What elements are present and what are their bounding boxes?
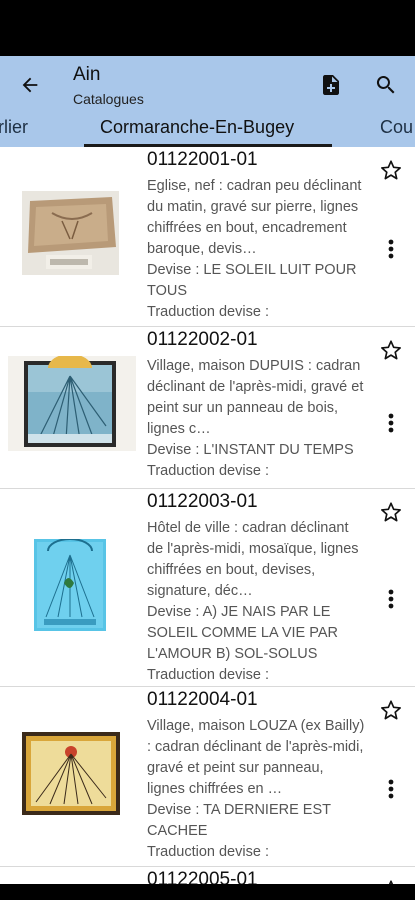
- motto-translation: Traduction devise :: [147, 844, 269, 860]
- star-outline-icon: [381, 700, 401, 720]
- sundial-description: Village, maison LOUZA (ex Bailly) : cadr…: [147, 718, 365, 797]
- more-options-button[interactable]: [381, 409, 401, 437]
- more-options-button[interactable]: [381, 585, 401, 613]
- motto-translation: Traduction devise :: [147, 463, 269, 479]
- sundial-description: Hôtel de ville : cadran déclinant de l'a…: [147, 520, 359, 599]
- sundial-motto: Devise : A) JE NAIS PAR LE SOLEIL COMME …: [147, 604, 338, 662]
- tab-next[interactable]: Cou: [380, 117, 413, 138]
- search-icon: [376, 76, 395, 94]
- sundial-motto: Devise : TA DERNIERE EST CACHEE: [147, 802, 331, 839]
- item-text-block: Village, maison DUPUIS : cadran déclinan…: [147, 356, 365, 482]
- page-title: Ain: [73, 64, 101, 85]
- motto-translation: Traduction devise :: [147, 667, 269, 683]
- list-item[interactable]: 01122002-01 Village, maison DUPUIS : cad…: [0, 327, 415, 489]
- sundial-code: 01122002-01: [147, 329, 258, 350]
- sundial-thumbnail: [22, 732, 120, 815]
- list-item[interactable]: 01122005-01: [0, 867, 415, 884]
- tab-previous[interactable]: rlier: [0, 117, 28, 138]
- item-text-block: Hôtel de ville : cadran déclinant de l'a…: [147, 518, 365, 686]
- add-document-button[interactable]: [316, 69, 346, 101]
- sundial-description: Eglise, nef : cadran peu déclinant du ma…: [147, 178, 362, 257]
- list-item[interactable]: 01122003-01 Hôtel de ville : cadran décl…: [0, 489, 415, 687]
- sundial-code: 01122003-01: [147, 491, 258, 512]
- note-add-icon: [323, 75, 339, 95]
- favorite-button[interactable]: [378, 157, 404, 183]
- sundial-code: 01122001-01: [147, 149, 258, 170]
- favorite-button[interactable]: [378, 697, 404, 723]
- sundial-motto: Devise : L'INSTANT DU TEMPS: [147, 442, 354, 458]
- item-text-block: Village, maison LOUZA (ex Bailly) : cadr…: [147, 716, 365, 863]
- star-outline-icon: [381, 502, 401, 522]
- search-button[interactable]: [370, 69, 402, 101]
- sundial-thumbnail: [22, 191, 119, 275]
- more-options-button[interactable]: [381, 235, 401, 263]
- arrow-left-icon: [22, 77, 38, 93]
- navigation-bar: [0, 884, 415, 900]
- tab-active[interactable]: Cormaranche-En-Bugey: [100, 117, 294, 138]
- favorite-button[interactable]: [378, 499, 404, 525]
- more-vert-icon: [388, 239, 394, 259]
- item-text-block: Eglise, nef : cadran peu déclinant du ma…: [147, 176, 365, 323]
- more-vert-icon: [388, 589, 394, 609]
- sundial-thumbnail: [34, 539, 106, 631]
- motto-translation: Traduction devise :: [147, 304, 269, 320]
- status-bar: [0, 0, 415, 56]
- sundial-list: 01122001-01 Eglise, nef : cadran peu déc…: [0, 147, 415, 884]
- sundial-code: 01122004-01: [147, 689, 258, 710]
- app-bar: Ain Catalogues: [0, 56, 415, 114]
- more-vert-icon: [388, 413, 394, 433]
- more-options-button[interactable]: [381, 775, 401, 803]
- commune-tabs: rlier Cormaranche-En-Bugey Cou: [0, 114, 415, 147]
- star-outline-icon: [381, 160, 401, 180]
- sundial-thumbnail: [8, 356, 136, 451]
- list-item[interactable]: 01122004-01 Village, maison LOUZA (ex Ba…: [0, 687, 415, 867]
- page-subtitle: Catalogues: [73, 91, 144, 107]
- more-vert-icon: [388, 779, 394, 799]
- list-item[interactable]: 01122001-01 Eglise, nef : cadran peu déc…: [0, 147, 415, 327]
- sundial-motto: Devise : LE SOLEIL LUIT POUR TOUS: [147, 262, 357, 299]
- star-outline-icon: [381, 340, 401, 360]
- favorite-button[interactable]: [378, 877, 404, 884]
- back-button[interactable]: [14, 69, 46, 101]
- sundial-description: Village, maison DUPUIS : cadran déclinan…: [147, 358, 364, 437]
- sundial-code: 01122005-01: [147, 869, 258, 884]
- favorite-button[interactable]: [378, 337, 404, 363]
